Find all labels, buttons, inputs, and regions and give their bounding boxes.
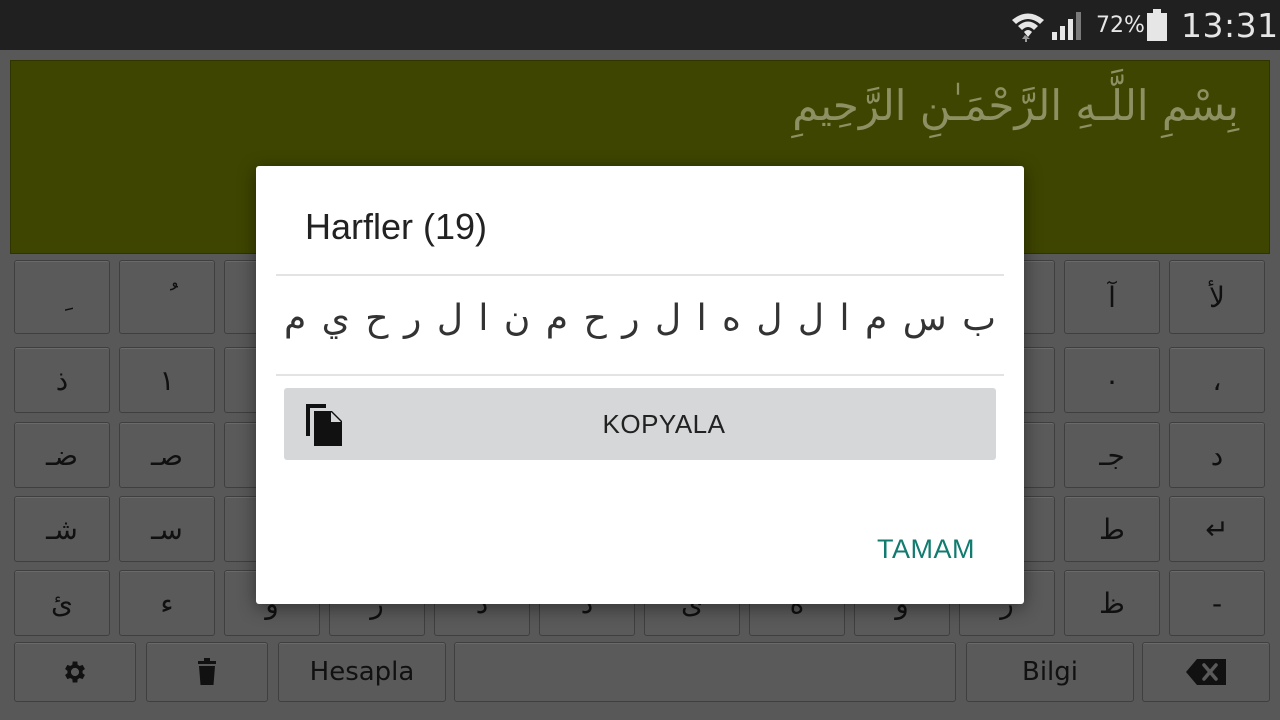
divider bbox=[276, 274, 1004, 276]
copy-button[interactable]: KOPYALA bbox=[284, 388, 996, 460]
dialog-title: Harfler (19) bbox=[305, 206, 488, 247]
status-bar: 72% 13:31 bbox=[0, 0, 1280, 50]
ok-button[interactable]: TAMAM bbox=[856, 526, 996, 572]
letters-dialog: Harfler (19) ب س م ا ل ل ه ا ل ر ح م ن ا… bbox=[256, 166, 1024, 604]
letters-list: ب س م ا ل ل ه ا ل ر ح م ن ا ل ر ح ي م bbox=[283, 298, 996, 339]
wifi-icon bbox=[1010, 0, 1046, 50]
divider bbox=[276, 374, 1004, 376]
battery-percent: 72% bbox=[1096, 12, 1145, 38]
signal-icon bbox=[1050, 0, 1084, 50]
battery-icon bbox=[1146, 0, 1168, 50]
clock: 13:31 bbox=[1181, 5, 1279, 45]
copy-label: KOPYALA bbox=[602, 408, 726, 439]
